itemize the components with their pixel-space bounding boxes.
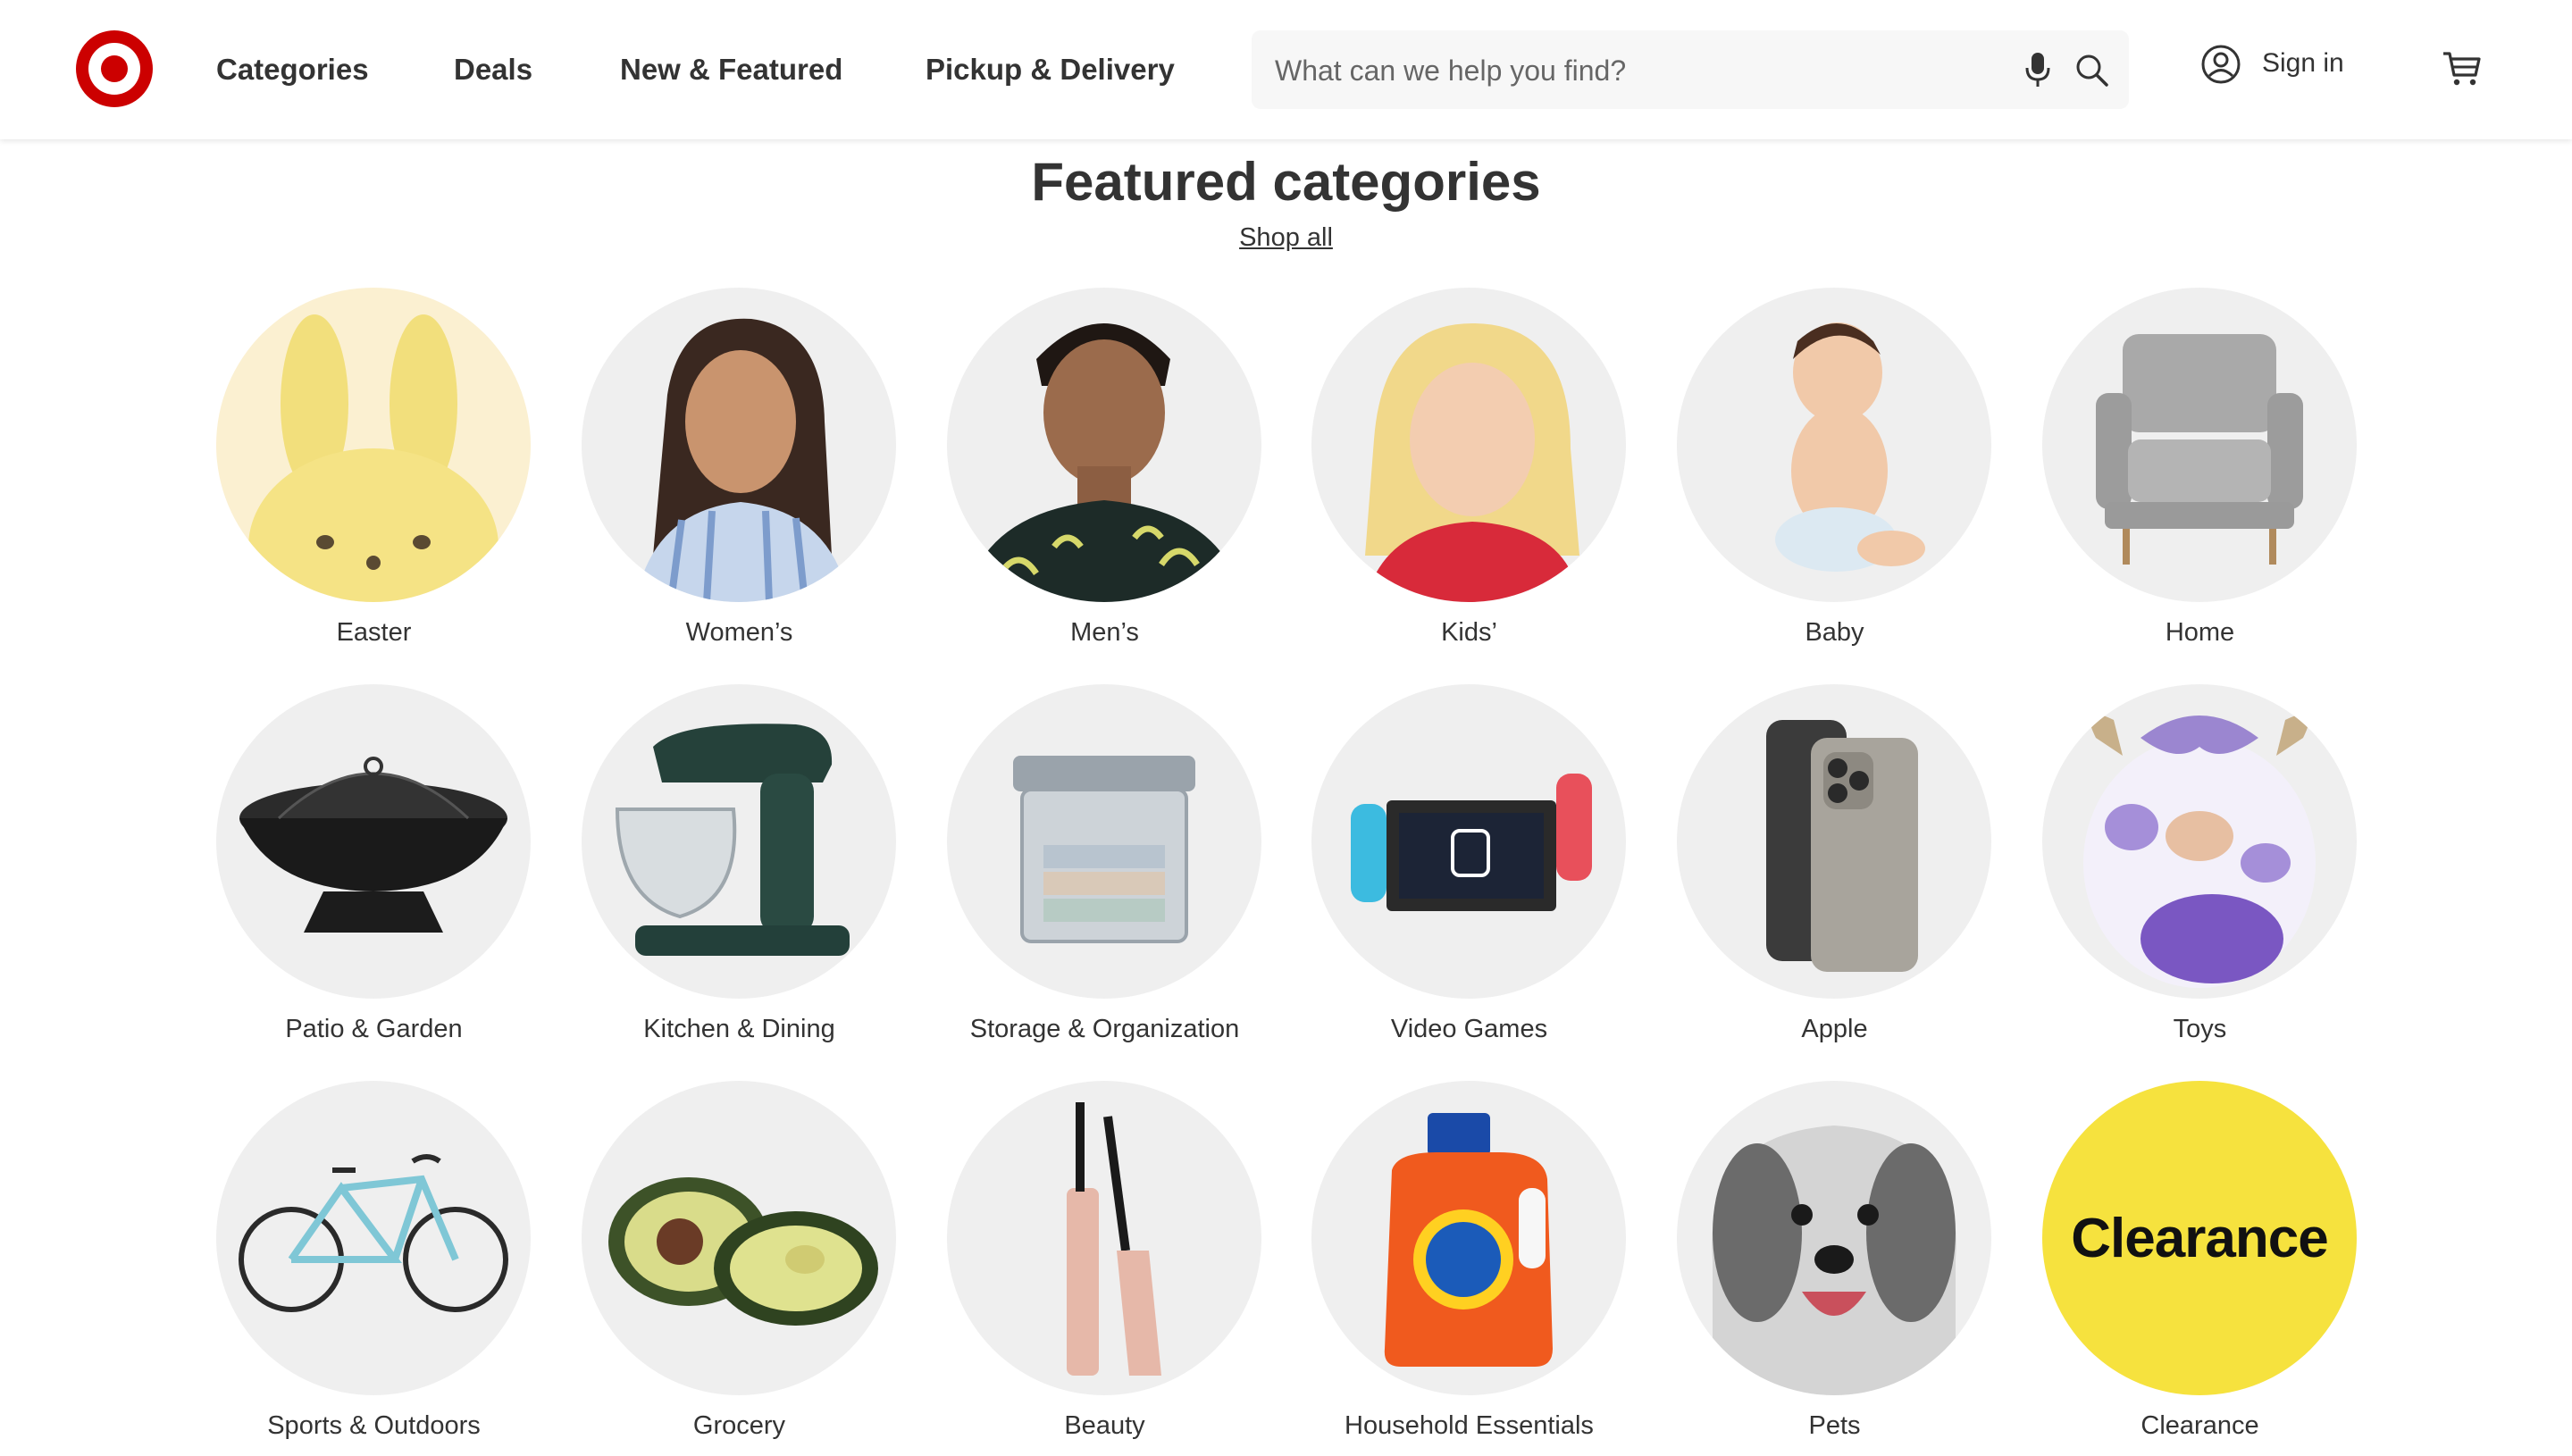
sports-outdoors-image (216, 1081, 531, 1395)
category-pets[interactable]: Pets (1652, 1081, 2017, 1456)
pets-image (1677, 1081, 1991, 1395)
category-kitchen-dining[interactable]: Kitchen & Dining (557, 684, 922, 1059)
beauty-image (947, 1081, 1261, 1395)
category-label: Women’s (685, 618, 793, 647)
category-label: Beauty (1064, 1411, 1145, 1440)
household-essentials-image (1311, 1081, 1626, 1395)
category-label: Household Essentials (1345, 1411, 1594, 1440)
category-household-essentials[interactable]: Household Essentials (1286, 1081, 1652, 1456)
womens-image (582, 288, 896, 602)
baby-image (1677, 288, 1991, 602)
patio-garden-image (216, 684, 531, 999)
category-label: Toys (2173, 1015, 2227, 1043)
category-label: Video Games (1390, 1015, 1548, 1043)
category-easter[interactable]: Easter (191, 288, 557, 663)
category-label: Men’s (1070, 618, 1139, 647)
kitchen-dining-image (582, 684, 896, 999)
category-label: Clearance (2141, 1411, 2259, 1440)
clearance-badge: Clearance (2042, 1081, 2357, 1395)
grocery-image (582, 1081, 896, 1395)
category-label: Pets (1808, 1411, 1861, 1440)
category-apple[interactable]: Apple (1652, 684, 2017, 1059)
kids-image (1311, 288, 1626, 602)
category-storage-organization[interactable]: Storage & Organization (922, 684, 1287, 1059)
mens-image (947, 288, 1261, 602)
category-video-games[interactable]: Video Games (1286, 684, 1652, 1059)
category-grocery[interactable]: Grocery (557, 1081, 922, 1456)
category-label: Baby (1805, 618, 1864, 647)
storage-organization-image (947, 684, 1261, 999)
home-image (2042, 288, 2357, 602)
category-label: Kids’ (1441, 618, 1497, 647)
category-mens[interactable]: Men’s (922, 288, 1287, 663)
toys-image (2042, 684, 2357, 999)
category-home[interactable]: Home (2017, 288, 2383, 663)
category-grid: Easter Women’s Men’s Kids’ Baby Home Pat… (0, 0, 2572, 1451)
apple-image (1677, 684, 1991, 999)
category-patio-garden[interactable]: Patio & Garden (191, 684, 557, 1059)
category-label: Apple (1801, 1015, 1868, 1043)
category-label: Home (2165, 618, 2235, 647)
clearance-badge-text: Clearance (2071, 1207, 2328, 1269)
video-games-image (1311, 684, 1626, 999)
category-toys[interactable]: Toys (2017, 684, 2383, 1059)
category-kids[interactable]: Kids’ (1286, 288, 1652, 663)
category-label: Kitchen & Dining (643, 1015, 835, 1043)
easter-image (216, 288, 531, 602)
category-sports-outdoors[interactable]: Sports & Outdoors (191, 1081, 557, 1456)
category-label: Storage & Organization (969, 1015, 1240, 1043)
category-baby[interactable]: Baby (1652, 288, 2017, 663)
category-beauty[interactable]: Beauty (922, 1081, 1287, 1456)
category-clearance[interactable]: Clearance Clearance (2017, 1081, 2383, 1456)
category-label: Sports & Outdoors (267, 1411, 481, 1440)
category-womens[interactable]: Women’s (557, 288, 922, 663)
category-label: Grocery (692, 1411, 786, 1440)
category-label: Easter (336, 618, 412, 647)
category-label: Patio & Garden (285, 1015, 463, 1043)
